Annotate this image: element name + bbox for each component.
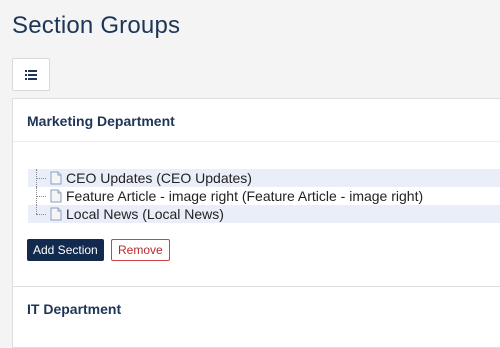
divider	[13, 141, 500, 142]
tree-item-label: CEO Updates (CEO Updates)	[66, 170, 252, 186]
group-title: Marketing Department	[27, 113, 175, 129]
tree-connector	[36, 178, 46, 179]
list-icon	[25, 69, 37, 80]
add-section-button[interactable]: Add Section	[27, 239, 104, 261]
remove-button[interactable]: Remove	[111, 239, 170, 261]
tree-item[interactable]: Local News (Local News)	[28, 205, 500, 223]
list-view-button[interactable]	[12, 58, 50, 91]
tree-item[interactable]: CEO Updates (CEO Updates)	[28, 169, 500, 187]
tree-connector	[36, 196, 46, 197]
page-title: Section Groups	[12, 12, 181, 39]
tree-connector	[36, 214, 46, 215]
document-icon	[50, 207, 62, 221]
section-group-card: Marketing Department CEO Updates (CEO Up…	[12, 98, 500, 288]
tree-item[interactable]: Feature Article - image right (Feature A…	[28, 187, 500, 205]
tree-item-label: Feature Article - image right (Feature A…	[66, 188, 424, 204]
tree-item-label: Local News (Local News)	[66, 206, 224, 222]
group-title: IT Department	[27, 301, 122, 317]
section-group-card: IT Department	[12, 286, 500, 348]
section-tree: CEO Updates (CEO Updates) Feature Articl…	[28, 169, 500, 223]
document-icon	[50, 189, 62, 203]
document-icon	[50, 171, 62, 185]
tree-connector	[36, 205, 37, 214]
